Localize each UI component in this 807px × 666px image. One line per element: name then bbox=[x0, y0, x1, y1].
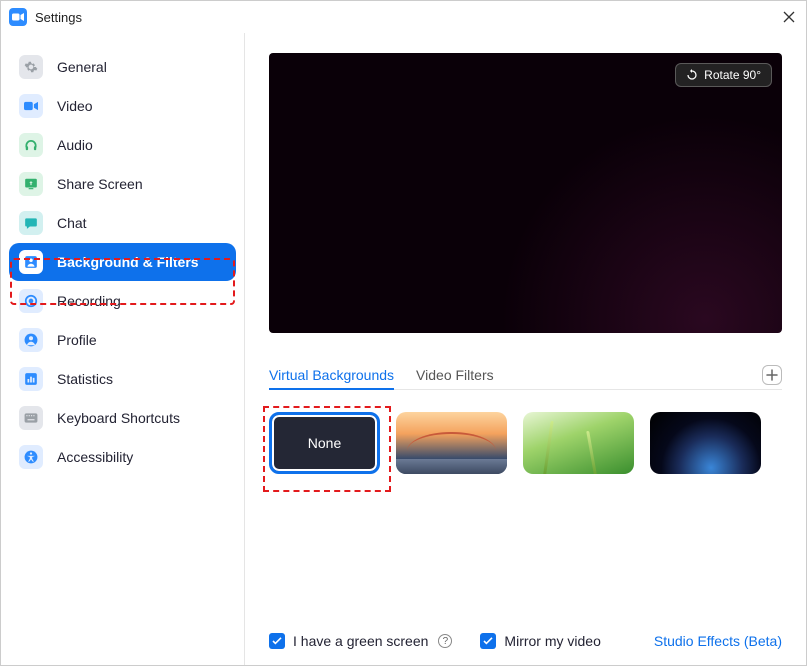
sidebar-item-label: Accessibility bbox=[57, 449, 133, 465]
sidebar-item-keyboard-shortcuts[interactable]: Keyboard Shortcuts bbox=[9, 399, 236, 437]
background-option-earth[interactable] bbox=[650, 412, 761, 474]
checkbox-checked-icon bbox=[269, 633, 285, 649]
background-option-bridge[interactable] bbox=[396, 412, 507, 474]
recording-icon bbox=[19, 289, 43, 313]
sidebar-item-recording[interactable]: Recording bbox=[9, 282, 236, 320]
sidebar-item-audio[interactable]: Audio bbox=[9, 126, 236, 164]
rotate-label: Rotate 90° bbox=[704, 68, 761, 82]
rotate-icon bbox=[686, 69, 698, 81]
titlebar: Settings bbox=[1, 1, 806, 33]
sidebar-item-label: General bbox=[57, 59, 107, 75]
video-preview: Rotate 90° bbox=[269, 53, 782, 333]
background-icon bbox=[19, 250, 43, 274]
chat-icon bbox=[19, 211, 43, 235]
sidebar-item-label: Audio bbox=[57, 137, 93, 153]
sidebar-item-background-filters[interactable]: Background & Filters bbox=[9, 243, 236, 281]
sidebar-item-label: Statistics bbox=[57, 371, 113, 387]
mirror-video-label: Mirror my video bbox=[504, 633, 600, 649]
mirror-video-checkbox[interactable]: Mirror my video bbox=[480, 633, 600, 649]
plus-icon bbox=[766, 369, 778, 381]
background-option-none[interactable]: None bbox=[269, 412, 380, 474]
sidebar-item-chat[interactable]: Chat bbox=[9, 204, 236, 242]
tab-virtual-backgrounds[interactable]: Virtual Backgrounds bbox=[269, 361, 394, 389]
checkbox-checked-icon bbox=[480, 633, 496, 649]
sidebar-item-label: Video bbox=[57, 98, 93, 114]
sidebar-item-general[interactable]: General bbox=[9, 48, 236, 86]
help-icon[interactable]: ? bbox=[438, 634, 452, 648]
sidebar-item-label: Share Screen bbox=[57, 176, 143, 192]
sidebar-item-label: Chat bbox=[57, 215, 87, 231]
statistics-icon bbox=[19, 367, 43, 391]
sidebar-item-label: Background & Filters bbox=[57, 254, 199, 270]
gear-icon bbox=[19, 55, 43, 79]
rotate-button[interactable]: Rotate 90° bbox=[675, 63, 772, 87]
settings-window: Settings General Video bbox=[0, 0, 807, 666]
sidebar-item-accessibility[interactable]: Accessibility bbox=[9, 438, 236, 476]
keyboard-icon bbox=[19, 406, 43, 430]
add-background-button[interactable] bbox=[762, 365, 782, 385]
close-button[interactable] bbox=[780, 8, 798, 26]
studio-effects-link[interactable]: Studio Effects (Beta) bbox=[654, 633, 782, 649]
window-title: Settings bbox=[35, 10, 780, 25]
green-screen-checkbox[interactable]: I have a green screen ? bbox=[269, 633, 452, 649]
sidebar-item-label: Recording bbox=[57, 293, 121, 309]
headphones-icon bbox=[19, 133, 43, 157]
bottom-bar: I have a green screen ? Mirror my video … bbox=[269, 623, 782, 649]
share-screen-icon bbox=[19, 172, 43, 196]
sidebar-item-label: Keyboard Shortcuts bbox=[57, 410, 180, 426]
green-screen-label: I have a green screen bbox=[293, 633, 428, 649]
video-icon bbox=[19, 94, 43, 118]
sidebar-item-profile[interactable]: Profile bbox=[9, 321, 236, 359]
sidebar-item-label: Profile bbox=[57, 332, 97, 348]
sidebar: General Video Audio Share Screen bbox=[1, 33, 245, 665]
sidebar-item-statistics[interactable]: Statistics bbox=[9, 360, 236, 398]
profile-icon bbox=[19, 328, 43, 352]
app-icon bbox=[9, 8, 27, 26]
accessibility-icon bbox=[19, 445, 43, 469]
background-thumbnails: None bbox=[269, 412, 782, 474]
sidebar-item-share-screen[interactable]: Share Screen bbox=[9, 165, 236, 203]
background-option-grass[interactable] bbox=[523, 412, 634, 474]
content-area: General Video Audio Share Screen bbox=[1, 33, 806, 665]
thumb-none-label: None bbox=[308, 435, 341, 451]
sidebar-item-video[interactable]: Video bbox=[9, 87, 236, 125]
tab-video-filters[interactable]: Video Filters bbox=[416, 361, 494, 389]
main-panel: Rotate 90° Virtual Backgrounds Video Fil… bbox=[245, 33, 806, 665]
tab-bar: Virtual Backgrounds Video Filters bbox=[269, 361, 782, 390]
